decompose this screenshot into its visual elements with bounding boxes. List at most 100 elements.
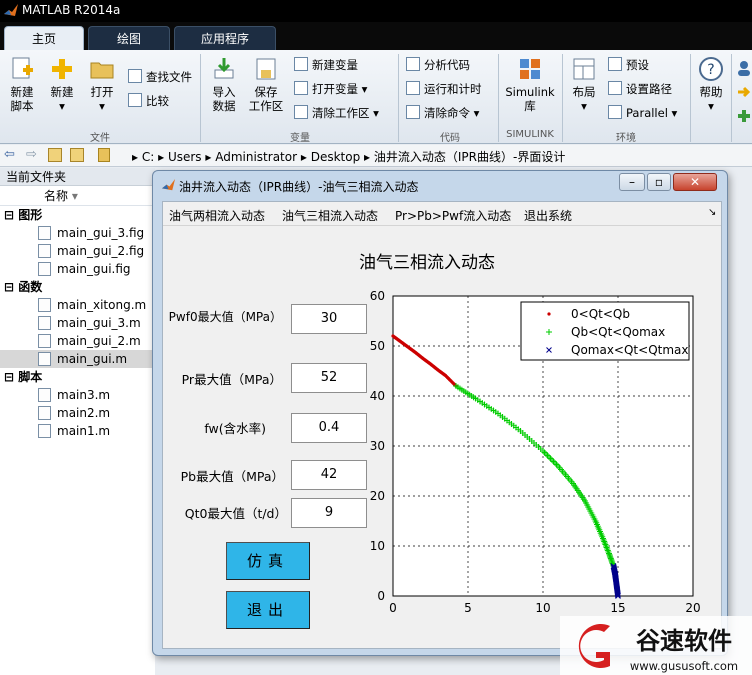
breadcrumb-drive[interactable]: C: bbox=[142, 150, 154, 164]
file-name: main_gui_2.fig bbox=[57, 244, 145, 258]
fig-file-icon bbox=[38, 226, 51, 240]
file-item[interactable]: main_gui_3.fig bbox=[0, 224, 155, 242]
request-support-icon[interactable] bbox=[736, 84, 752, 100]
new-script-button[interactable]: 新建 脚本 bbox=[4, 56, 40, 113]
y-tick-label: 60 bbox=[370, 289, 385, 303]
set-path-button[interactable]: 设置路径 bbox=[608, 80, 672, 98]
breadcrumb-separator: ▸ bbox=[132, 150, 142, 164]
ribbon-divider bbox=[498, 54, 499, 142]
up-folder-icon[interactable] bbox=[48, 148, 62, 162]
analyze-code-button[interactable]: 分析代码 bbox=[406, 56, 470, 74]
collapse-icon[interactable]: ⊟ bbox=[4, 208, 18, 222]
breadcrumb-separator: ▸ bbox=[300, 150, 311, 164]
file-item[interactable]: main_gui_3.m bbox=[0, 314, 155, 332]
browse-folder-icon[interactable] bbox=[70, 148, 84, 162]
m-file-icon bbox=[38, 298, 51, 312]
breadcrumb-desktop[interactable]: Desktop bbox=[311, 150, 361, 164]
file-name: main_gui.fig bbox=[57, 262, 131, 276]
ribbon-divider bbox=[690, 54, 691, 142]
x-tick-label: 10 bbox=[535, 601, 550, 615]
layout-button[interactable]: 布局 ▾ bbox=[566, 56, 602, 113]
tree-section-label: 图形 bbox=[18, 208, 43, 222]
ribbon-tabs: 主页 绘图 应用程序 bbox=[0, 22, 752, 50]
group-label-environment: 环境 bbox=[616, 133, 636, 144]
maximize-button[interactable]: ▫ bbox=[647, 173, 671, 191]
file-item[interactable]: main1.m bbox=[0, 422, 155, 440]
preferences-button[interactable]: 预设 bbox=[608, 56, 649, 74]
simulink-library-button[interactable]: Simulink 库 bbox=[502, 56, 558, 113]
file-tree: ⊟ 图形 main_gui_3.fig main_gui_2.fig main_gui… bbox=[0, 206, 155, 440]
compare-button[interactable]: 比较 bbox=[128, 92, 169, 110]
find-files-button[interactable]: 查找文件 bbox=[128, 68, 192, 86]
name-column-header[interactable]: 名称 ▾ bbox=[0, 186, 155, 206]
watermark-brand: 谷速软件 bbox=[636, 627, 732, 655]
fig-file-icon bbox=[38, 244, 51, 258]
help-button[interactable]: ? 帮助 ▾ bbox=[694, 56, 728, 113]
community-icon[interactable] bbox=[736, 60, 752, 76]
forward-arrow-icon[interactable]: ⇨ bbox=[26, 147, 37, 162]
file-item[interactable]: main3.m bbox=[0, 386, 155, 404]
file-name: main_gui_2.m bbox=[57, 334, 141, 348]
tree-section[interactable]: ⊟ 脚本 bbox=[0, 368, 155, 386]
new-script-icon bbox=[12, 57, 33, 79]
legend-entry: Qb<Qt<Qomax bbox=[571, 325, 665, 339]
parallel-icon bbox=[608, 105, 622, 119]
file-name: main_xitong.m bbox=[57, 298, 147, 312]
folder-icon bbox=[90, 62, 114, 79]
import-data-button[interactable]: 导入 数据 bbox=[206, 56, 242, 113]
file-item[interactable]: main_gui.fig bbox=[0, 260, 155, 278]
breadcrumb-project[interactable]: 油井流入动态（IPR曲线）-界面设计 bbox=[374, 150, 565, 164]
fig-file-icon bbox=[38, 262, 51, 276]
minimize-icon: – bbox=[629, 175, 635, 189]
tree-section[interactable]: ⊟ 函数 bbox=[0, 278, 155, 296]
open-button[interactable]: 打开 ▾ bbox=[84, 56, 120, 113]
new-variable-icon bbox=[294, 57, 308, 71]
minimize-button[interactable]: – bbox=[619, 173, 645, 191]
import-icon bbox=[214, 58, 234, 79]
figure-title: 油井流入动态（IPR曲线）-油气三相流入动态 bbox=[179, 180, 419, 194]
file-name: main_gui_3.fig bbox=[57, 226, 145, 240]
tab-apps[interactable]: 应用程序 bbox=[174, 26, 276, 50]
clear-commands-button[interactable]: 清除命令 ▾ bbox=[406, 104, 479, 122]
open-variable-button[interactable]: 打开变量 ▾ bbox=[294, 80, 367, 98]
chevron-down-icon: ▾ bbox=[708, 99, 714, 113]
back-arrow-icon[interactable]: ⇦ bbox=[4, 147, 15, 162]
breadcrumb-administrator[interactable]: Administrator bbox=[215, 150, 297, 164]
clear-workspace-button[interactable]: 清除工作区 ▾ bbox=[294, 104, 379, 122]
figure-content: 油气两相流入动态 油气三相流入动态 Pr>Pb>Pwf流入动态 退出系统 ↘ 油… bbox=[162, 201, 722, 649]
ribbon-divider bbox=[562, 54, 563, 142]
ipr-plot: 0 5 10 15 20 0 10 20 30 40 50 60 0<Qt<Qb Qb<Qt<Qomax Q… bbox=[370, 289, 701, 615]
new-variable-button[interactable]: 新建变量 bbox=[294, 56, 358, 74]
file-item[interactable]: main_gui_2.m bbox=[0, 332, 155, 350]
layout-icon bbox=[573, 58, 595, 80]
x-tick-label: 0 bbox=[389, 601, 397, 615]
close-button[interactable]: ✕ bbox=[673, 173, 717, 191]
ribbon-divider bbox=[398, 54, 399, 142]
group-label-file: 文件 bbox=[90, 133, 110, 144]
tab-plots[interactable]: 绘图 bbox=[88, 26, 170, 50]
file-item[interactable]: main_xitong.m bbox=[0, 296, 155, 314]
breadcrumb-users[interactable]: Users bbox=[168, 150, 202, 164]
parallel-button[interactable]: Parallel ▾ bbox=[608, 104, 677, 122]
breadcrumb-separator: ▸ bbox=[364, 150, 374, 164]
save-workspace-button[interactable]: 保存 工作区 bbox=[246, 56, 286, 113]
matlab-logo-icon bbox=[161, 178, 176, 191]
help-icon: ? bbox=[699, 57, 723, 81]
new-button[interactable]: 新建 ▾ bbox=[44, 56, 80, 113]
run-and-time-button[interactable]: 运行和计时 bbox=[406, 80, 482, 98]
m-file-icon bbox=[38, 388, 51, 402]
maximize-icon: ▫ bbox=[654, 175, 664, 189]
y-tick-label: 30 bbox=[370, 439, 385, 453]
collapse-icon[interactable]: ⊟ bbox=[4, 280, 18, 294]
collapse-icon[interactable]: ⊟ bbox=[4, 370, 18, 384]
app-title: MATLAB R2014a bbox=[22, 3, 121, 17]
file-item[interactable]: main_gui.m bbox=[0, 350, 155, 368]
breadcrumb[interactable]: ▸ C: ▸ Users ▸ Administrator ▸ Desktop ▸… bbox=[132, 148, 565, 165]
breadcrumb-separator: ▸ bbox=[205, 150, 216, 164]
tree-section[interactable]: ⊟ 图形 bbox=[0, 206, 155, 224]
file-item[interactable]: main_gui_2.fig bbox=[0, 242, 155, 260]
file-item[interactable]: main2.m bbox=[0, 404, 155, 422]
add-ons-icon[interactable] bbox=[736, 108, 752, 124]
tab-home[interactable]: 主页 bbox=[4, 26, 84, 50]
m-file-icon bbox=[38, 352, 51, 366]
